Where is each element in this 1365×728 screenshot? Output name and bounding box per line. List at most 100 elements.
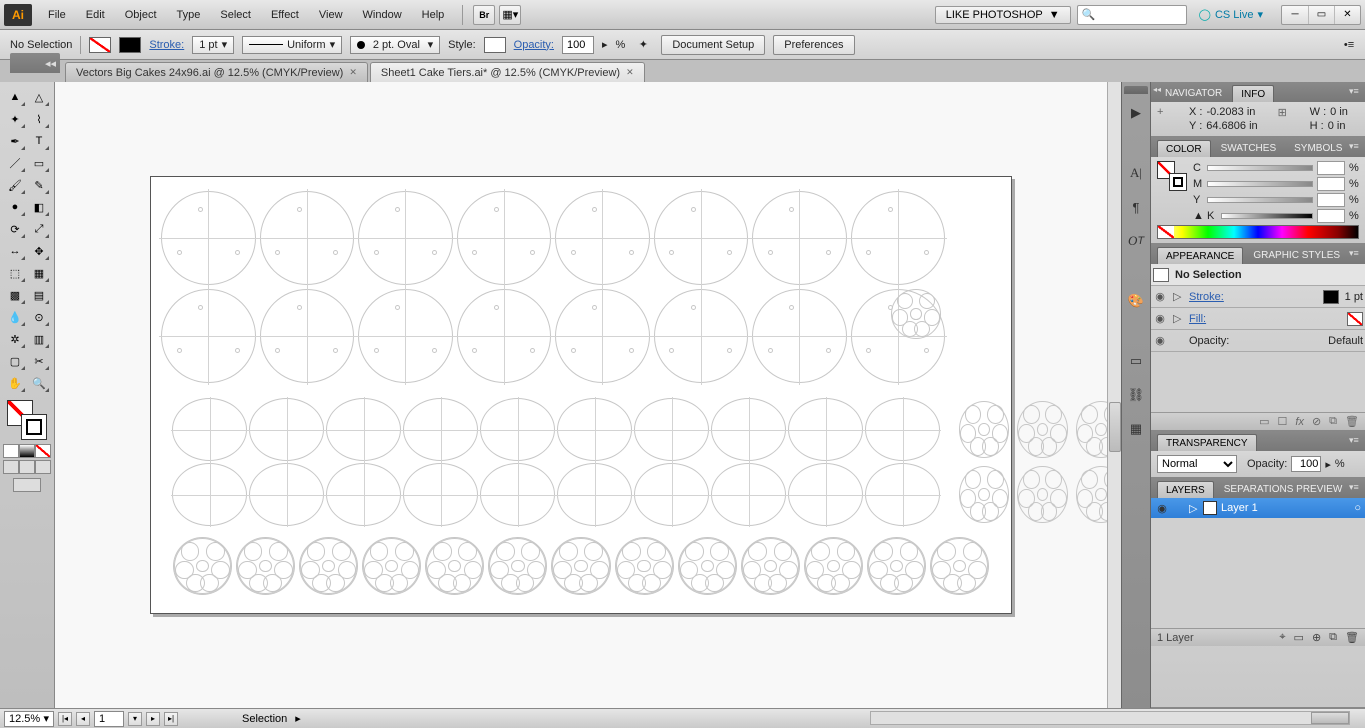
menu-edit[interactable]: Edit xyxy=(76,5,115,25)
tab-appearance[interactable]: APPEARANCE xyxy=(1157,247,1243,264)
m-value[interactable] xyxy=(1317,177,1345,191)
menu-type[interactable]: Type xyxy=(167,5,211,25)
preferences-button[interactable]: Preferences xyxy=(773,35,854,55)
tab-separations[interactable]: SEPARATIONS PREVIEW xyxy=(1216,481,1351,498)
new-layer-icon[interactable]: ⧉ xyxy=(1329,631,1337,644)
target-icon[interactable]: ○ xyxy=(1354,502,1361,514)
scrollbar-thumb[interactable] xyxy=(1311,712,1349,724)
blend-mode-select[interactable]: Normal xyxy=(1157,455,1237,473)
opacity-link[interactable]: Opacity: xyxy=(514,39,554,51)
stroke-weight-input[interactable]: 1 pt▾ xyxy=(192,36,234,54)
tool-zoom[interactable]: 🔍 xyxy=(27,372,51,394)
dock-play-icon[interactable]: ▶ xyxy=(1124,98,1148,128)
dock-opentype-icon[interactable]: OT xyxy=(1124,226,1148,256)
panel-menu-icon[interactable]: ▾≡ xyxy=(1349,141,1361,153)
dock-character-icon[interactable]: A| xyxy=(1124,158,1148,188)
vertical-scrollbar[interactable] xyxy=(1107,82,1121,708)
m-slider[interactable] xyxy=(1207,181,1313,187)
color-mode-gradient[interactable] xyxy=(19,444,35,458)
tool-line[interactable]: ／ xyxy=(3,152,27,174)
tool-direct-selection[interactable]: △ xyxy=(27,86,51,108)
dock-paragraph-icon[interactable]: ¶ xyxy=(1124,192,1148,222)
workspace-switcher[interactable]: LIKE PHOTOSHOP▼ xyxy=(935,6,1071,24)
y-slider[interactable] xyxy=(1207,197,1313,203)
layer-row[interactable]: ◉ ▷ Layer 1 ○ xyxy=(1151,498,1365,518)
tool-slice[interactable]: ✂ xyxy=(27,350,51,372)
locate-icon[interactable]: ⌖ xyxy=(1279,631,1285,644)
screen-mode-button[interactable] xyxy=(13,478,41,492)
tool-width[interactable]: ↔ xyxy=(3,240,27,262)
tool-shape-builder[interactable]: ⬚ xyxy=(3,262,27,284)
visibility-icon[interactable]: ◉ xyxy=(1153,290,1167,303)
trash-icon[interactable]: 🗑 xyxy=(1345,631,1359,644)
visibility-icon[interactable]: ◉ xyxy=(1155,502,1169,515)
recolor-icon[interactable]: ✦ xyxy=(633,38,653,51)
bridge-icon[interactable]: Br xyxy=(473,5,495,25)
layer-name[interactable]: Layer 1 xyxy=(1221,502,1258,514)
doc-tab-1[interactable]: Sheet1 Cake Tiers.ai* @ 12.5% (CMYK/Prev… xyxy=(370,62,645,82)
panel-menu-icon[interactable]: ▾≡ xyxy=(1349,435,1361,447)
minimize-button[interactable]: ─ xyxy=(1282,6,1308,24)
tool-perspective[interactable]: ▦ xyxy=(27,262,51,284)
tool-rectangle[interactable]: ▭ xyxy=(27,152,51,174)
trash-icon[interactable]: 🗑 xyxy=(1345,415,1359,428)
tool-rotate[interactable]: ⟳ xyxy=(3,218,27,240)
fill-stroke-control[interactable] xyxy=(7,400,47,440)
c-slider[interactable] xyxy=(1207,165,1313,171)
visibility-icon[interactable]: ◉ xyxy=(1153,312,1167,325)
tool-eraser[interactable]: ◧ xyxy=(27,196,51,218)
opacity-row-label[interactable]: Opacity: xyxy=(1189,335,1322,347)
tool-magic-wand[interactable]: ✦ xyxy=(3,108,27,130)
draw-behind[interactable] xyxy=(19,460,35,474)
menu-object[interactable]: Object xyxy=(115,5,167,25)
fx-icon[interactable]: fx xyxy=(1295,416,1304,428)
brush-def-dropdown[interactable]: Uniform▾ xyxy=(242,36,342,54)
tab-transparency[interactable]: TRANSPARENCY xyxy=(1157,434,1257,451)
color-fill-stroke[interactable] xyxy=(1157,161,1187,191)
tool-mesh[interactable]: ▩ xyxy=(3,284,27,306)
draw-normal[interactable] xyxy=(3,460,19,474)
expand-icon[interactable]: ▷ xyxy=(1173,290,1183,303)
first-artboard-button[interactable]: |◂ xyxy=(58,712,72,726)
document-setup-button[interactable]: Document Setup xyxy=(661,35,765,55)
stroke-box[interactable] xyxy=(21,414,47,440)
menu-select[interactable]: Select xyxy=(210,5,261,25)
stroke-link[interactable]: Stroke: xyxy=(149,39,184,51)
horizontal-scrollbar[interactable] xyxy=(870,711,1350,725)
tool-hand[interactable]: ✋ xyxy=(3,372,27,394)
artboard-nav-dropdown[interactable]: ▾ xyxy=(128,712,142,726)
draw-inside[interactable] xyxy=(35,460,51,474)
tab-graphic-styles[interactable]: GRAPHIC STYLES xyxy=(1245,247,1348,264)
control-flyout-icon[interactable]: •≡ xyxy=(1343,39,1355,51)
layer-icon[interactable]: ☐ xyxy=(1278,415,1288,428)
tab-color[interactable]: COLOR xyxy=(1157,140,1211,157)
y-value[interactable] xyxy=(1317,193,1345,207)
tool-paintbrush[interactable]: 🖌 xyxy=(3,174,27,196)
tool-pen[interactable]: ✒ xyxy=(3,130,27,152)
close-button[interactable]: ✕ xyxy=(1334,6,1360,24)
opacity-input[interactable] xyxy=(1291,456,1321,472)
dock-color-guide-icon[interactable]: 🎨 xyxy=(1124,286,1148,316)
maximize-button[interactable]: ▭ xyxy=(1308,6,1334,24)
close-tab-icon[interactable]: ✕ xyxy=(626,67,634,78)
tool-free-transform[interactable]: ✥ xyxy=(27,240,51,262)
next-artboard-button[interactable]: ▸ xyxy=(146,712,160,726)
color-mode-none[interactable] xyxy=(35,444,51,458)
collapse-icon[interactable]: ◂◂ xyxy=(1153,85,1169,95)
menu-help[interactable]: Help xyxy=(412,5,455,25)
status-menu-icon[interactable]: ▸ xyxy=(295,712,301,725)
stroke-color-swatch[interactable] xyxy=(1323,290,1339,304)
tab-info[interactable]: INFO xyxy=(1232,85,1274,102)
arrange-docs-icon[interactable]: ▦▾ xyxy=(499,5,521,25)
tool-symbol-sprayer[interactable]: ✲ xyxy=(3,328,27,350)
tool-lasso[interactable]: ⌇ xyxy=(27,108,51,130)
search-input[interactable]: 🔍 xyxy=(1077,5,1187,25)
opacity-input[interactable] xyxy=(562,36,594,54)
stroke-row-label[interactable]: Stroke: xyxy=(1189,291,1317,303)
tool-pencil[interactable]: ✎ xyxy=(27,174,51,196)
visibility-icon[interactable]: ◉ xyxy=(1153,334,1167,347)
cs-live-button[interactable]: ◯CS Live▾ xyxy=(1193,8,1269,21)
doc-tab-0[interactable]: Vectors Big Cakes 24x96.ai @ 12.5% (CMYK… xyxy=(65,62,368,82)
panel-menu-icon[interactable]: ▾≡ xyxy=(1349,86,1361,98)
expand-icon[interactable]: ▷ xyxy=(1189,502,1199,515)
